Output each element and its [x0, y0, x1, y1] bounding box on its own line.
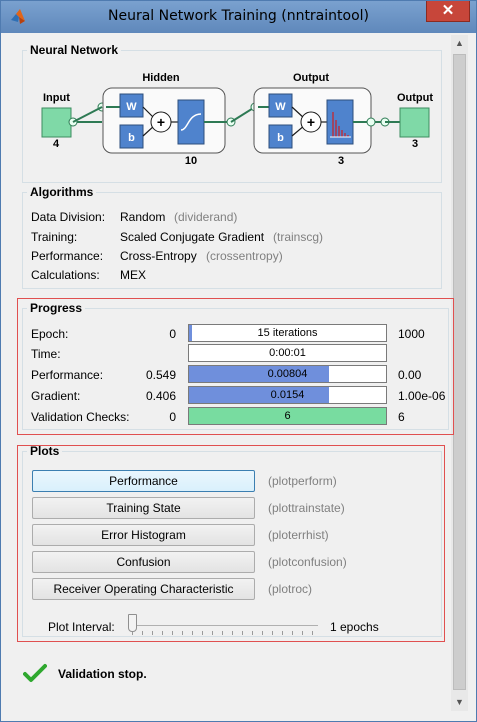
- plot-function-name: (plotperform): [268, 474, 337, 488]
- svg-text:b: b: [277, 132, 284, 144]
- algorithm-row-label: Training:: [31, 230, 78, 244]
- svg-text:W: W: [126, 101, 137, 113]
- progress-bar-text: 15 iterations: [257, 327, 318, 339]
- progress-row-end: 1.00e-06: [398, 389, 446, 403]
- output-layer-label: Output: [293, 72, 329, 84]
- title-bar[interactable]: Neural Network Training (nntraintool) ✕: [1, 1, 476, 33]
- progress-row-label: Time:: [31, 347, 61, 361]
- slider-tick: [202, 631, 203, 635]
- algorithm-row-value: Random: [120, 210, 166, 224]
- algorithm-row-label: Data Division:: [31, 210, 106, 224]
- slider-tick: [172, 631, 173, 635]
- slider-tick: [292, 631, 293, 635]
- input-size: 4: [53, 138, 60, 150]
- status-text: Validation stop.: [58, 667, 147, 681]
- algorithm-row-function: (crossentropy): [206, 249, 283, 263]
- slider-tick: [192, 631, 193, 635]
- plot-confusion-button[interactable]: Confusion: [32, 551, 255, 573]
- progress-row-start: 0.549: [145, 368, 176, 382]
- slider-tick: [142, 631, 143, 635]
- progress-title: Progress: [30, 301, 83, 315]
- network-diagram: Input 4 Hidden W b + 10 Output W b + 3 O…: [41, 72, 433, 167]
- algorithm-row-label: Performance:: [31, 249, 104, 263]
- window: Neural Network Training (nntraintool) ✕ …: [0, 0, 477, 722]
- hidden-transfer-tansig-icon: [177, 99, 205, 145]
- svg-text:+: +: [157, 114, 165, 130]
- plots-title: Plots: [30, 444, 60, 458]
- algorithm-row-function: (trainscg): [273, 230, 324, 244]
- progress-row-start: 0: [169, 410, 176, 424]
- hidden-label: Hidden: [142, 72, 180, 84]
- close-button[interactable]: ✕: [426, 1, 470, 22]
- slider-tick: [212, 631, 213, 635]
- plot-function-name: (ploterrhist): [268, 528, 329, 542]
- output-node: [399, 107, 430, 138]
- progress-row-end: 6: [398, 410, 405, 424]
- algorithm-row-value: Scaled Conjugate Gradient: [120, 230, 265, 244]
- plot-function-name: (plottrainstate): [268, 501, 345, 515]
- progress-row-label: Gradient:: [31, 389, 81, 403]
- progress-row-label: Epoch:: [31, 327, 69, 341]
- output-layer-size: 3: [338, 155, 344, 167]
- scroll-down-arrow-icon[interactable]: ▼: [451, 694, 468, 711]
- progress-bar: 0.00804: [188, 365, 387, 383]
- plot-function-name: (plotroc): [268, 582, 313, 596]
- svg-text:b: b: [128, 132, 135, 144]
- slider-tick: [252, 631, 253, 635]
- input-node: [41, 107, 72, 138]
- output-size: 3: [412, 138, 418, 150]
- plot-roc-button[interactable]: Receiver Operating Characteristic: [32, 578, 255, 600]
- hidden-size: 10: [185, 155, 197, 167]
- slider-tick: [152, 631, 153, 635]
- neural-network-title: Neural Network: [30, 43, 119, 57]
- progress-row-end: 1000: [398, 327, 425, 341]
- scroll-up-arrow-icon[interactable]: ▲: [451, 35, 468, 52]
- slider-tick: [222, 631, 223, 635]
- plot-performance-button[interactable]: Performance: [32, 470, 255, 492]
- progress-row-end: 0.00: [398, 368, 422, 382]
- progress-bar: 0:00:01: [188, 344, 387, 362]
- progress-bar-text: 0.00804: [267, 368, 308, 380]
- slider-tick: [312, 631, 313, 635]
- plot-interval-label: Plot Interval:: [48, 620, 115, 634]
- plot-interval-value: 1 epochs: [330, 620, 379, 634]
- slider-tick: [182, 631, 183, 635]
- algorithms-title: Algorithms: [30, 185, 94, 199]
- slider-tick: [232, 631, 233, 635]
- progress-bar-text: 0.0154: [270, 389, 305, 401]
- plot-function-name: (plotconfusion): [268, 555, 347, 569]
- svg-text:+: +: [307, 114, 315, 130]
- algorithm-row-label: Calculations:: [31, 268, 100, 282]
- plot-training-state-button[interactable]: Training State: [32, 497, 255, 519]
- slider-tick: [272, 631, 273, 635]
- slider-thumb[interactable]: [128, 614, 137, 632]
- progress-row-start: 0: [169, 327, 176, 341]
- slider-tick: [282, 631, 283, 635]
- algorithm-row-value: Cross-Entropy: [120, 249, 197, 263]
- progress-row-label: Performance:: [31, 368, 104, 382]
- slider-tick: [302, 631, 303, 635]
- algorithm-row-value: MEX: [120, 268, 147, 282]
- progress-row-label: Validation Checks:: [31, 410, 130, 424]
- progress-bar: 0.0154: [188, 386, 387, 404]
- progress-bar-text: 0:00:01: [269, 347, 306, 359]
- plot-interval-slider[interactable]: [128, 614, 318, 636]
- slider-track: [128, 625, 318, 626]
- progress-row-start: 0.406: [145, 389, 176, 403]
- checkmark-icon: [23, 664, 47, 682]
- progress-bar: 15 iterations: [188, 324, 387, 342]
- slider-tick: [162, 631, 163, 635]
- output-label: Output: [397, 92, 433, 104]
- scroll-thumb[interactable]: [453, 54, 466, 690]
- svg-text:W: W: [275, 101, 286, 113]
- progress-bar-text: 6: [284, 410, 291, 422]
- input-label: Input: [43, 92, 70, 104]
- window-title: Neural Network Training (nntraintool): [108, 8, 369, 24]
- algorithm-row-function: (dividerand): [174, 210, 238, 224]
- slider-tick: [262, 631, 263, 635]
- progress-bar: 6: [188, 407, 387, 425]
- slider-tick: [242, 631, 243, 635]
- plot-error-histogram-button[interactable]: Error Histogram: [32, 524, 255, 546]
